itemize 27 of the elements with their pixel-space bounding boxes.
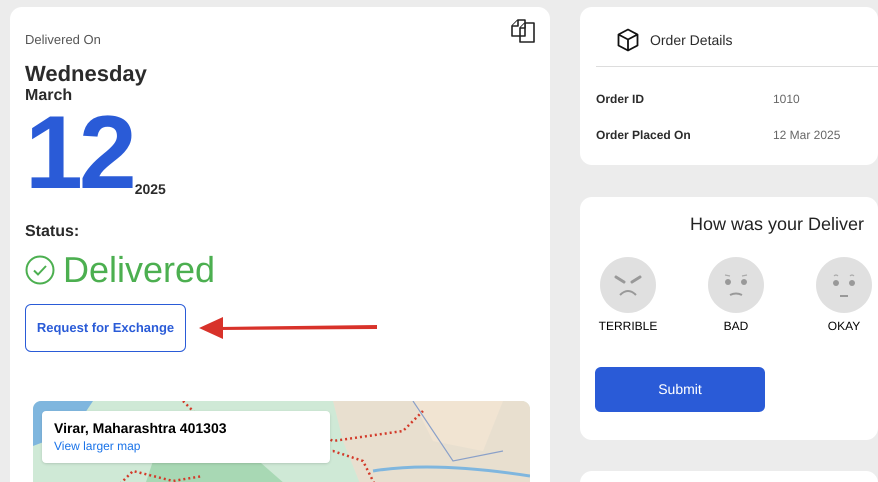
cube-icon <box>617 28 639 52</box>
exchange-button[interactable]: Request for Exchange <box>25 304 186 352</box>
detail-label: Order Placed On <box>596 127 692 144</box>
delivered-on-label: Delivered On <box>25 33 102 46</box>
day-number: 12 <box>25 112 133 194</box>
check-circle-icon <box>25 255 55 285</box>
face-icon[interactable] <box>600 257 656 313</box>
detail-value: 1010 <box>773 91 800 108</box>
rating-label: BAD <box>724 318 748 335</box>
month: March <box>25 88 72 104</box>
status-text: Delivered <box>63 252 216 288</box>
submit-button[interactable]: Submit <box>595 367 765 412</box>
status-label: Status: <box>25 224 80 240</box>
copy-icon[interactable] <box>510 18 536 44</box>
place-name: Virar, Maharashtra 401303 <box>54 421 227 435</box>
weekday: Wednesday <box>25 63 147 85</box>
feedback-title: How was your Deliver <box>690 215 864 233</box>
arrow-icon <box>199 315 377 341</box>
view-larger-map-link[interactable]: View larger map <box>54 440 140 452</box>
year: 2025 <box>134 182 166 196</box>
face-icon[interactable] <box>708 257 764 313</box>
rating-label: TERRIBLE <box>598 318 658 335</box>
face-icon[interactable] <box>816 257 872 313</box>
detail-label: Order ID <box>596 91 646 108</box>
detail-value: 12 Mar 2025 <box>773 127 840 144</box>
rating-label: OKAY <box>828 318 860 335</box>
order-details-title: Order Details <box>650 30 732 50</box>
